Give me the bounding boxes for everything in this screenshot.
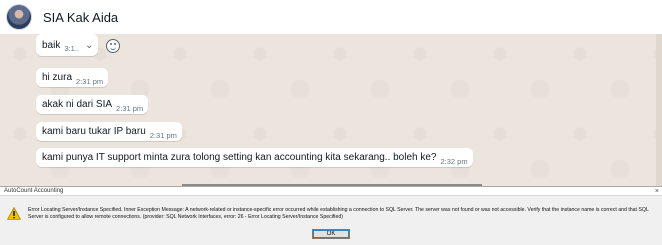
ok-button[interactable]: OK	[312, 229, 350, 239]
emoji-icon[interactable]	[106, 39, 120, 53]
message-bubble[interactable]: baik 3:1.. ⌄	[36, 34, 99, 56]
dialog-title: AutoCount Accounting	[4, 188, 64, 194]
message-time: 2:31 pm	[76, 76, 104, 86]
chat-header: SIA Kak Aida	[0, 0, 662, 34]
error-dialog: AutoCount Accounting × Error Locating Se…	[0, 186, 662, 245]
message-time: 2:31 pm	[149, 130, 177, 140]
chat-title[interactable]: SIA Kak Aida	[43, 10, 118, 25]
message-bubble[interactable]: hi zura 2:31 pm	[36, 68, 109, 87]
dialog-message: Error Locating Server/Instance Specified…	[28, 207, 649, 220]
chat-area: baik 3:1.. ⌄ hi zura 2:31 pm akak ni dar…	[0, 34, 662, 186]
message-time: 2:32 pm	[440, 156, 468, 166]
chevron-down-icon[interactable]: ⌄	[85, 40, 93, 51]
message-text: baik	[42, 39, 61, 51]
message-text: kami baru tukar IP baru	[42, 126, 146, 137]
message-text: akak ni dari SIA	[42, 99, 113, 110]
warning-icon	[7, 207, 21, 220]
message-bubble[interactable]: akak ni dari SIA 2:31 pm	[36, 95, 149, 114]
message-text: kami punya IT support minta zura tolong …	[42, 152, 437, 163]
message-time: 3:1..	[64, 44, 79, 53]
message-bubble[interactable]: kami punya IT support minta zura tolong …	[36, 148, 473, 167]
message-bubble[interactable]: kami baru tukar IP baru 2:31 pm	[36, 122, 182, 141]
dialog-titlebar: AutoCount Accounting ×	[0, 187, 662, 196]
message-text: hi zura	[42, 72, 73, 83]
message-time: 2:31 pm	[116, 103, 144, 113]
vertical-scrollbar[interactable]	[656, 34, 662, 186]
close-icon[interactable]: ×	[655, 187, 659, 196]
contact-avatar[interactable]	[6, 4, 32, 30]
